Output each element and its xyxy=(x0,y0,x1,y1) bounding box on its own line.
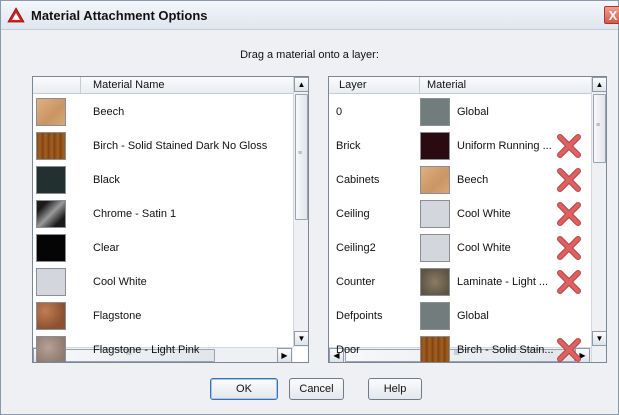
layer-material-swatch[interactable] xyxy=(420,166,450,194)
scroll-thumb[interactable] xyxy=(295,94,308,220)
title-bar[interactable]: Material Attachment Options X xyxy=(1,1,619,30)
dialog-title: Material Attachment Options xyxy=(31,8,208,23)
layer-material-name: Global xyxy=(457,106,489,118)
layer-name: Brick xyxy=(336,140,361,152)
scroll-grip-icon: ≡ xyxy=(596,122,601,129)
layer-material-swatch[interactable] xyxy=(420,234,450,262)
layer-material-name: Laminate - Light ... xyxy=(457,276,549,288)
material-name: Clear xyxy=(93,242,120,254)
material-name: Chrome - Satin 1 xyxy=(93,208,177,220)
layer-name: Defpoints xyxy=(336,310,383,322)
material-list[interactable]: Material Name ▲ ≡ ▼ ◀ III ▶ BeechBirch -… xyxy=(32,76,309,363)
material-list-vertical-scrollbar[interactable]: ▲ ≡ ▼ xyxy=(293,77,308,347)
layer-material-swatch[interactable] xyxy=(420,302,450,330)
layer-row[interactable]: Defpoints Global xyxy=(329,299,591,333)
material-name: Flagstone xyxy=(93,310,142,322)
scroll-up-button[interactable]: ▲ xyxy=(294,77,308,92)
material-swatch[interactable] xyxy=(36,166,66,194)
layer-material-name: Birch - Solid Stain... xyxy=(457,344,553,356)
material-name: Black xyxy=(93,174,120,186)
material-name: Beech xyxy=(93,106,125,118)
remove-material-icon[interactable] xyxy=(557,134,581,158)
ok-button[interactable]: OK xyxy=(210,378,278,400)
layer-material-name: Global xyxy=(457,310,489,322)
material-row[interactable]: Chrome - Satin 1 xyxy=(33,197,293,231)
material-swatch[interactable] xyxy=(36,98,66,126)
material-swatch[interactable] xyxy=(36,336,66,362)
layer-name: Door xyxy=(336,344,360,356)
material-swatch[interactable] xyxy=(36,268,66,296)
column-header-material[interactable]: Material xyxy=(427,79,466,91)
layer-material-name: Beech xyxy=(457,174,489,186)
close-button[interactable]: X xyxy=(604,6,619,24)
material-row[interactable]: Black xyxy=(33,163,293,197)
material-swatch[interactable] xyxy=(36,132,66,160)
layer-list-vertical-scrollbar[interactable]: ▲ ≡ ▼ xyxy=(591,77,606,362)
material-name: Flagstone - Light Pink xyxy=(93,344,200,356)
material-row[interactable]: Clear xyxy=(33,231,293,265)
column-divider[interactable] xyxy=(80,77,81,93)
layer-material-swatch[interactable] xyxy=(420,268,450,296)
remove-material-icon[interactable] xyxy=(557,202,581,226)
layer-row[interactable]: Ceiling2 Cool White xyxy=(329,231,591,265)
layer-row[interactable]: Cabinets Beech xyxy=(329,163,591,197)
scroll-grip-icon: ≡ xyxy=(298,150,303,157)
layer-material-swatch[interactable] xyxy=(420,132,450,160)
layer-row[interactable]: Counter Laminate - Light ... xyxy=(329,265,591,299)
help-button[interactable]: Help xyxy=(368,378,422,400)
layer-material-swatch[interactable] xyxy=(420,98,450,126)
material-row[interactable]: Cool White xyxy=(33,265,293,299)
layer-row[interactable]: Ceiling Cool White xyxy=(329,197,591,231)
layer-material-name: Uniform Running ... xyxy=(457,140,552,152)
column-header-material-name[interactable]: Material Name xyxy=(93,79,165,91)
layer-name: Counter xyxy=(336,276,376,288)
layer-material-swatch[interactable] xyxy=(420,200,450,228)
layer-name: Ceiling2 xyxy=(336,242,376,254)
material-row[interactable]: Flagstone - Light Pink xyxy=(33,333,293,362)
material-swatch[interactable] xyxy=(36,200,66,228)
scroll-down-button[interactable]: ▼ xyxy=(294,331,308,346)
layer-material-name: Cool White xyxy=(457,242,511,254)
material-row[interactable]: Birch - Solid Stained Dark No Gloss xyxy=(33,129,293,163)
remove-material-icon[interactable] xyxy=(557,168,581,192)
remove-material-icon[interactable] xyxy=(557,236,581,260)
scroll-up-button[interactable]: ▲ xyxy=(592,77,606,92)
material-name: Cool White xyxy=(93,276,147,288)
column-header-layer[interactable]: Layer xyxy=(339,79,367,91)
scroll-down-button[interactable]: ▼ xyxy=(592,331,606,346)
remove-material-icon[interactable] xyxy=(557,338,581,362)
layer-list[interactable]: Layer Material ▲ ≡ ▼ ◀ III ▶ 0 Global Bric… xyxy=(328,76,607,363)
autocad-logo-icon xyxy=(7,7,25,23)
material-attachment-dialog: Material Attachment Options X Drag a mat… xyxy=(0,0,619,415)
layer-material-name: Cool White xyxy=(457,208,511,220)
instruction-text: Drag a material onto a layer: xyxy=(240,49,379,61)
material-row[interactable]: Flagstone xyxy=(33,299,293,333)
material-list-header: Material Name xyxy=(33,77,293,94)
layer-material-swatch[interactable] xyxy=(420,336,450,362)
material-swatch[interactable] xyxy=(36,302,66,330)
material-row[interactable]: Beech xyxy=(33,95,293,129)
cancel-button[interactable]: Cancel xyxy=(289,378,344,400)
layer-name: Cabinets xyxy=(336,174,380,186)
material-swatch[interactable] xyxy=(36,234,66,262)
column-divider[interactable] xyxy=(419,77,420,93)
material-name: Birch - Solid Stained Dark No Gloss xyxy=(93,140,268,152)
layer-row[interactable]: 0 Global xyxy=(329,95,591,129)
layer-name: 0 xyxy=(336,106,343,118)
layer-row[interactable]: Door Birch - Solid Stain... xyxy=(329,333,591,362)
layer-name: Ceiling xyxy=(336,208,370,220)
remove-material-icon[interactable] xyxy=(557,270,581,294)
layer-list-header: Layer Material xyxy=(329,77,591,94)
layer-row[interactable]: Brick Uniform Running ... xyxy=(329,129,591,163)
